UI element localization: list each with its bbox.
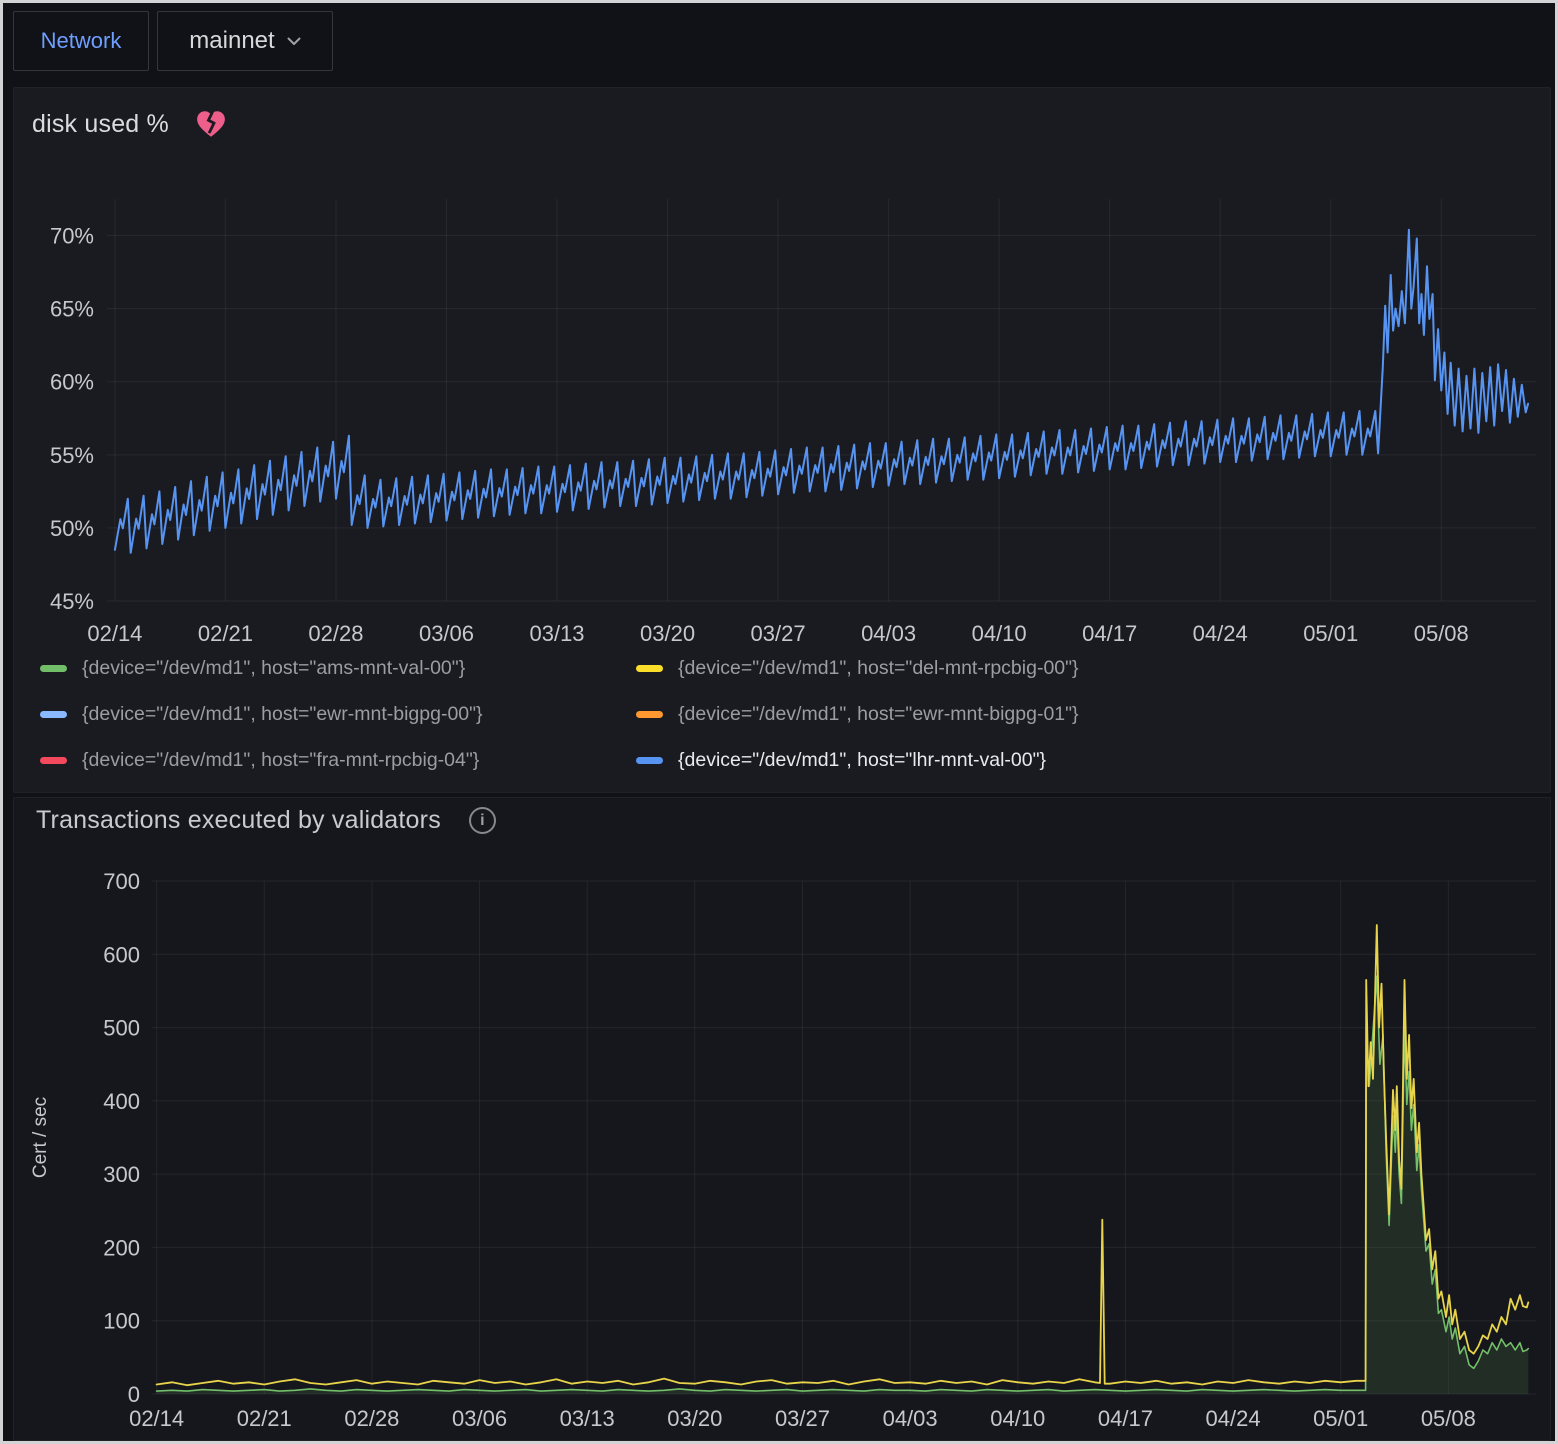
x-tick-label: 02/28	[308, 621, 363, 646]
legend-label: {device="/dev/md1", host="lhr-mnt-val-00…	[678, 749, 1046, 772]
x-tick-label: 03/27	[775, 1406, 830, 1431]
y-tick-label: 65%	[50, 297, 94, 322]
legend-item[interactable]: {device="/dev/md1", host="fra-mnt-rpcbig…	[40, 746, 636, 774]
y-axis-title: Cert / sec	[30, 1097, 51, 1178]
y-tick-label: 700	[103, 869, 140, 894]
panel-transactions: 0 100 200 300 400 500 600 700 02/14 02/21 02/28 03/…	[13, 797, 1551, 1441]
x-tick-label: 04/10	[972, 621, 1027, 646]
x-tick-label: 03/13	[560, 1406, 615, 1431]
x-tick-label: 03/06	[452, 1406, 507, 1431]
chevron-down-icon	[287, 37, 301, 46]
y-tick-label: 500	[103, 1016, 140, 1041]
network-variable-dropdown[interactable]: mainnet	[157, 11, 333, 71]
legend-swatch	[636, 665, 663, 672]
x-tick-label: 03/13	[529, 621, 584, 646]
y-tick-label: 100	[103, 1309, 140, 1334]
legend-label: {device="/dev/md1", host="fra-mnt-rpcbig…	[82, 749, 479, 772]
panel-title-disk-used[interactable]: disk used %	[32, 110, 169, 139]
x-tick-label: 02/14	[129, 1406, 184, 1431]
y-tick-label: 400	[103, 1089, 140, 1114]
legend-swatch	[636, 711, 663, 718]
network-variable-label: Network	[13, 11, 149, 71]
series-line-certs-yellow	[157, 925, 1529, 1385]
variables-toolbar: Network mainnet	[3, 3, 1555, 83]
x-tick-label: 04/17	[1098, 1406, 1153, 1431]
legend-label: {device="/dev/md1", host="ewr-mnt-bigpg-…	[82, 703, 483, 726]
x-tick-label: 04/24	[1193, 621, 1248, 646]
y-tick-label: 0	[128, 1382, 140, 1407]
y-tick-label: 200	[103, 1235, 140, 1260]
legend-label: {device="/dev/md1", host="ams-mnt-val-00…	[82, 657, 465, 680]
legend-swatch	[636, 757, 663, 764]
y-tick-label: 70%	[50, 224, 94, 249]
legend: {device="/dev/md1", host="ams-mnt-val-00…	[40, 654, 1520, 774]
x-tick-label: 04/17	[1082, 621, 1137, 646]
y-tick-label: 300	[103, 1162, 140, 1187]
series-line-certs-green	[157, 976, 1529, 1391]
legend-swatch	[40, 711, 67, 718]
y-tick-label: 60%	[50, 370, 94, 395]
x-tick-label: 05/01	[1313, 1406, 1368, 1431]
legend-item[interactable]: {device="/dev/md1", host="ewr-mnt-bigpg-…	[636, 700, 1520, 728]
legend-swatch	[40, 757, 67, 764]
legend-item[interactable]: {device="/dev/md1", host="ams-mnt-val-00…	[40, 654, 636, 682]
x-tick-label: 04/03	[861, 621, 916, 646]
y-tick-label: 50%	[50, 516, 94, 541]
x-tick-label: 03/20	[640, 621, 695, 646]
x-tick-label: 02/28	[344, 1406, 399, 1431]
panel-title-transactions[interactable]: Transactions executed by validators	[36, 806, 441, 835]
x-tick-label: 02/21	[237, 1406, 292, 1431]
x-tick-label: 02/21	[198, 621, 253, 646]
x-tick-label: 04/03	[883, 1406, 938, 1431]
legend-item[interactable]: {device="/dev/md1", host="ewr-mnt-bigpg-…	[40, 700, 636, 728]
x-tick-label: 03/27	[751, 621, 806, 646]
legend-swatch	[40, 665, 67, 672]
legend-item[interactable]: {device="/dev/md1", host="del-mnt-rpcbig…	[636, 654, 1520, 682]
y-tick-label: 600	[103, 942, 140, 967]
series-area-certs-green	[157, 976, 1529, 1394]
broken-heart-icon	[195, 108, 229, 140]
x-tick-label: 03/20	[667, 1406, 722, 1431]
y-tick-label: 55%	[50, 443, 94, 468]
x-tick-label: 03/06	[419, 621, 474, 646]
dashboard: Network mainnet 45%50%55%60%65%70%02/140…	[0, 0, 1558, 1444]
legend-item[interactable]: {device="/dev/md1", host="lhr-mnt-val-00…	[636, 746, 1520, 774]
legend-label: {device="/dev/md1", host="del-mnt-rpcbig…	[678, 657, 1079, 680]
info-circle-icon[interactable]: i	[469, 807, 496, 834]
x-tick-label: 02/14	[87, 621, 142, 646]
x-tick-label: 04/10	[990, 1406, 1045, 1431]
panel-disk-used: 45% 50% 55% 60% 65% 70% 02/14 02/21 02/28 03/06 03…	[13, 87, 1551, 793]
x-tick-label: 05/01	[1303, 621, 1358, 646]
legend-label: {device="/dev/md1", host="ewr-mnt-bigpg-…	[678, 703, 1079, 726]
network-value: mainnet	[189, 27, 274, 55]
network-label: Network	[41, 28, 122, 54]
transactions-chart[interactable]: 0 100 200 300 400 500 600 700 02/14 02/21 02/28 03/…	[14, 798, 1552, 1442]
x-tick-label: 05/08	[1414, 621, 1469, 646]
y-tick-label: 45%	[50, 589, 94, 614]
x-tick-label: 05/08	[1421, 1406, 1476, 1431]
x-tick-label: 04/24	[1206, 1406, 1261, 1431]
series-line-lhr-mnt-val-00	[115, 230, 1528, 553]
